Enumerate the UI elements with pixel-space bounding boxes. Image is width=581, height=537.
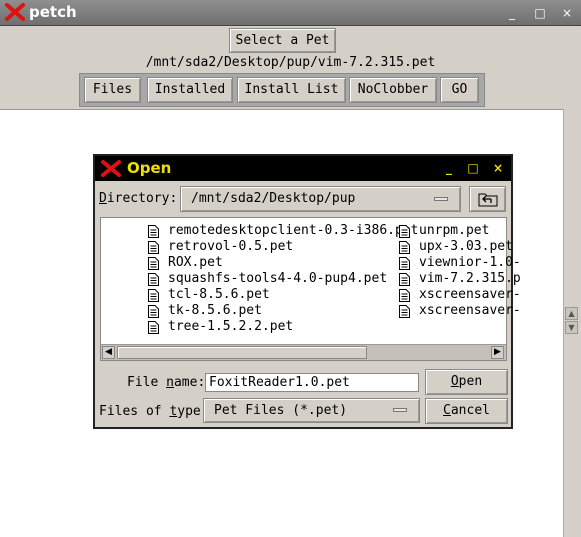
directory-combo[interactable]: /mnt/sda2/Desktop/pup — [180, 186, 461, 212]
dialog-minimize-button[interactable]: _ — [442, 160, 456, 176]
dialog-maximize-button[interactable]: □ — [466, 160, 480, 176]
file-name: tree-1.5.2.2.pet — [168, 319, 294, 334]
file-name: remotedesktopclient-0.3-i386.pet — [168, 223, 419, 238]
file-name: unrpm.pet — [419, 223, 490, 238]
file-name: viewnior-1.0- — [419, 255, 521, 270]
file-icon — [399, 305, 410, 323]
directory-value: /mnt/sda2/Desktop/pup — [191, 191, 356, 206]
files-button[interactable]: Files — [84, 77, 141, 103]
filetype-label: Files of type: — [99, 404, 209, 419]
file-name: vim-7.2.315.p — [419, 271, 521, 286]
filetype-value: Pet Files (*.pet) — [214, 403, 348, 418]
file-name: tcl-8.5.6.pet — [168, 287, 270, 302]
current-pet-path: /mnt/sda2/Desktop/pup/vim-7.2.315.pet — [145, 55, 436, 70]
folder-up-icon — [478, 191, 498, 211]
file-name: retrovol-0.5.pet — [168, 239, 294, 254]
close-button[interactable]: × — [559, 5, 575, 21]
select-pet-button[interactable]: Select a Pet — [229, 28, 336, 53]
file-name: xscreensaver- — [419, 287, 521, 302]
directory-label: Directory: — [99, 191, 178, 206]
dialog-title: Open — [127, 159, 172, 177]
scroll-right-button[interactable]: ▶ — [491, 346, 504, 359]
dialog-titlebar[interactable]: Open _ □ × — [95, 156, 511, 181]
file-name: upx-3.03.pet — [419, 239, 513, 254]
horizontal-scrollbar[interactable]: ◀ ▶ — [101, 344, 506, 360]
install-list-button[interactable]: Install List — [237, 77, 346, 103]
maximize-button[interactable]: □ — [532, 5, 548, 21]
file-list[interactable]: remotedesktopclient-0.3-i386.pet retrovol… — [100, 217, 521, 361]
window-title: petch — [29, 3, 77, 21]
dialog-x-icon — [101, 160, 121, 181]
installed-button[interactable]: Installed — [147, 77, 233, 103]
window-titlebar[interactable]: petch _ □ × — [0, 0, 581, 26]
app-x-icon — [5, 3, 25, 25]
cancel-button[interactable]: Cancel — [425, 398, 508, 424]
noclobber-button[interactable]: NoClobber — [349, 77, 437, 103]
filetype-combo[interactable]: Pet Files (*.pet) — [203, 398, 420, 423]
file-name: squashfs-tools4-4.0-pup4.pet — [168, 271, 388, 286]
go-button[interactable]: GO — [440, 77, 479, 103]
filename-input[interactable]: FoxitReader1.0.pet — [205, 373, 419, 392]
spin-down-button[interactable]: ▼ — [565, 321, 578, 334]
up-directory-button[interactable] — [469, 186, 506, 212]
dialog-close-button[interactable]: × — [491, 160, 505, 176]
file-name: tk-8.5.6.pet — [168, 303, 262, 318]
spin-up-button[interactable]: ▲ — [565, 307, 578, 320]
scroll-thumb[interactable] — [117, 346, 367, 359]
file-icon — [148, 321, 159, 339]
file-name: ROX.pet — [168, 255, 223, 270]
combo-dropdown-icon — [434, 197, 448, 201]
filename-label: File name: — [127, 375, 206, 390]
combo-dropdown-icon — [393, 408, 407, 412]
scroll-left-button[interactable]: ◀ — [102, 346, 115, 359]
minimize-button[interactable]: _ — [504, 5, 520, 21]
open-dialog: Open _ □ × Directory: /mnt/sda2/Desktop/… — [93, 154, 521, 429]
file-name: xscreensaver- — [419, 303, 521, 318]
open-button[interactable]: Open — [425, 369, 508, 395]
